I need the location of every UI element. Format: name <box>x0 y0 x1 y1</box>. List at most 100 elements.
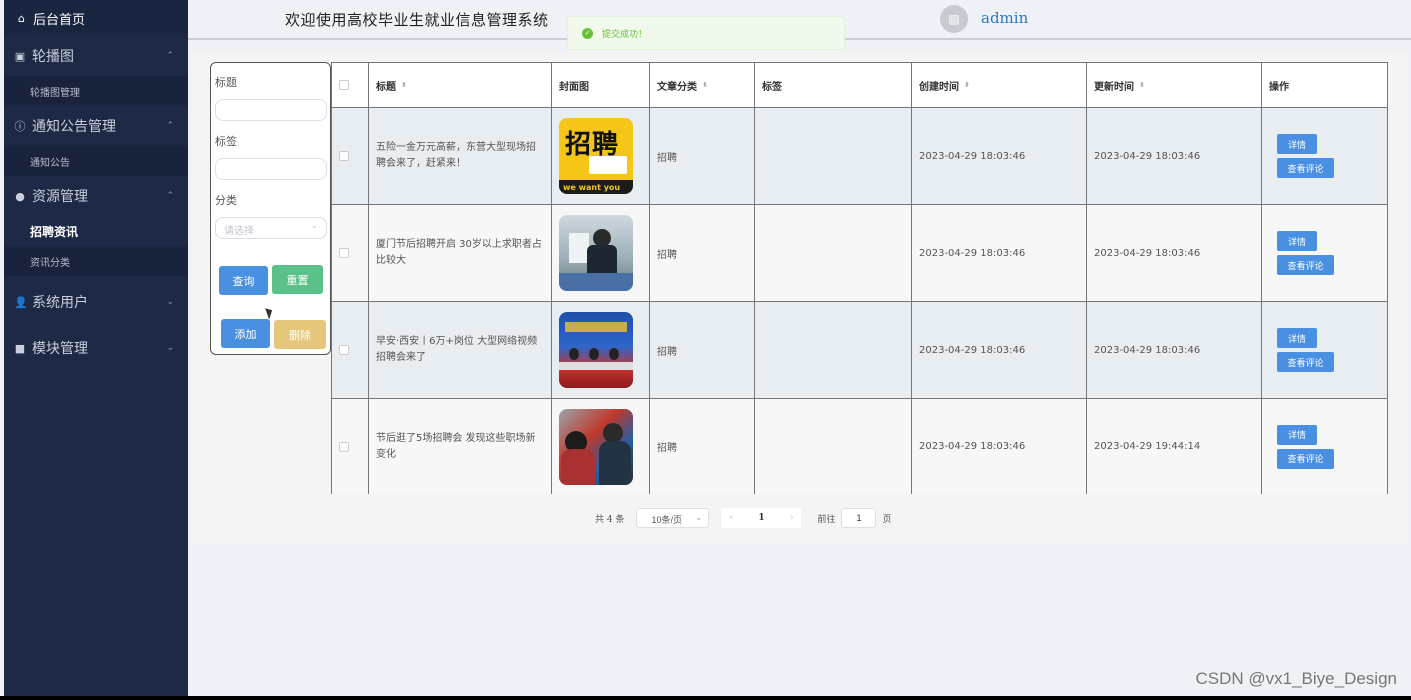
tag-cell <box>755 399 912 494</box>
sort-icon[interactable]: ⬍ <box>702 81 708 89</box>
row-checkbox-cell[interactable] <box>332 399 369 494</box>
cover-image <box>559 215 633 291</box>
checkbox[interactable] <box>339 80 349 90</box>
sidebar-item-recruit-news[interactable]: 招聘资讯 <box>4 216 188 246</box>
column-label: 创建时间 <box>919 81 959 93</box>
delete-button[interactable]: 删除 <box>274 320 326 349</box>
category-select[interactable]: 请选择 ⌄ <box>215 217 327 239</box>
app-window: ⌂ 后台首页 ▣ 轮播图 ⌃ 轮播图管理 ⓘ 通知公告管理 ⌃ 通知公告 ● 资… <box>0 0 1411 696</box>
row-checkbox-cell[interactable] <box>332 205 369 301</box>
checkbox[interactable] <box>339 441 349 452</box>
detail-button[interactable]: 详情 <box>1277 134 1317 154</box>
chevron-up-icon: ⌃ <box>166 51 174 61</box>
cover-shape <box>603 422 623 443</box>
table-header: 标题 ⬍ 封面图 文章分类 ⬍ 标签 创建时间 ⬍ 更新时间 ⬍ 操作 <box>332 62 1387 107</box>
grid-icon: ■ <box>14 341 26 355</box>
view-comments-button[interactable]: 查看评论 <box>1277 352 1334 372</box>
cover-shape <box>561 448 595 485</box>
page-size-value: 10条/页 <box>651 515 682 525</box>
page-size-select[interactable]: 10条/页 ⌄ <box>636 508 710 528</box>
cover-shape <box>569 348 579 360</box>
cover-image <box>559 312 633 388</box>
toast-message: 提交成功！ <box>602 29 648 40</box>
sidebar: ⌂ 后台首页 ▣ 轮播图 ⌃ 轮播图管理 ⓘ 通知公告管理 ⌃ 通知公告 ● 资… <box>4 0 188 696</box>
sidebar-item-news-category[interactable]: 资讯分类 <box>4 246 188 276</box>
sidebar-group-carousel[interactable]: ▣ 轮播图 ⌃ <box>4 36 188 76</box>
category-cell: 招聘 <box>650 399 755 494</box>
sidebar-group-resource[interactable]: ● 资源管理 ⌃ <box>4 176 188 216</box>
row-checkbox-cell[interactable] <box>332 108 369 204</box>
sort-icon[interactable]: ⬍ <box>1139 81 1145 89</box>
tag-filter-input[interactable] <box>215 158 327 180</box>
view-comments-button[interactable]: 查看评论 <box>1277 255 1334 275</box>
chevron-up-icon: ⌃ <box>166 121 174 131</box>
category-cell: 招聘 <box>650 205 755 301</box>
cover-tagline: we want you <box>563 183 621 192</box>
detail-button[interactable]: 详情 <box>1277 424 1317 445</box>
header-created[interactable]: 创建时间 ⬍ <box>912 63 1087 107</box>
sort-icon[interactable]: ⬍ <box>401 81 407 89</box>
watermark: CSDN @vx1_Biye_Design <box>1195 669 1397 688</box>
checkbox[interactable] <box>339 345 349 355</box>
tag-cell <box>755 302 912 398</box>
image-icon: ▨ <box>948 12 960 26</box>
image-icon: ▣ <box>14 49 26 63</box>
table-row: 节后逛了5场招聘会 发现这些职场新变化 招聘 2023-04-29 18:03:… <box>332 398 1387 494</box>
actions-cell: 详情 查看评论 <box>1262 108 1387 204</box>
row-title: 厦门节后招聘开启 30岁以上求职者占比较大 <box>376 239 542 266</box>
updated-cell: 2023-04-29 18:03:46 <box>1087 108 1262 204</box>
title-filter-input[interactable] <box>215 99 327 121</box>
header-category[interactable]: 文章分类 ⬍ <box>650 63 755 107</box>
pagination: 共 4 条 10条/页 ⌄ ‹ 1 › 前往 1 页 <box>595 507 891 529</box>
category-cell: 招聘 <box>650 108 755 204</box>
sidebar-item-home[interactable]: ⌂ 后台首页 <box>4 0 188 36</box>
sidebar-group-system-user[interactable]: 👤 系统用户 ⌄ <box>4 282 188 322</box>
next-page-icon[interactable]: › <box>790 513 794 523</box>
table-row: 厦门节后招聘开启 30岁以上求职者占比较大 招聘 2023-04-29 18:0… <box>332 204 1387 301</box>
prev-page-icon[interactable]: ‹ <box>729 513 733 523</box>
actions-cell: 详情 查看评论 <box>1262 399 1387 494</box>
avatar[interactable]: ▨ <box>940 5 968 33</box>
cover-shape <box>599 440 631 485</box>
query-button[interactable]: 查询 <box>219 266 268 295</box>
chevron-down-icon: ⌄ <box>694 512 703 522</box>
cover-shape <box>565 322 627 332</box>
sidebar-item-carousel-manage[interactable]: 轮播图管理 <box>4 76 188 106</box>
goto-page-input[interactable]: 1 <box>841 508 877 528</box>
home-icon: ⌂ <box>18 11 25 25</box>
username-link[interactable]: admin <box>981 9 1028 27</box>
sidebar-group-notice[interactable]: ⓘ 通知公告管理 ⌃ <box>4 106 188 146</box>
reset-button[interactable]: 重置 <box>272 265 323 294</box>
header-select-all[interactable] <box>332 63 369 107</box>
sidebar-item-notice[interactable]: 通知公告 <box>4 146 188 176</box>
cover-shape <box>569 233 589 263</box>
location-icon: ● <box>15 189 25 203</box>
detail-button[interactable]: 详情 <box>1277 328 1317 348</box>
detail-button[interactable]: 详情 <box>1277 231 1317 251</box>
add-button[interactable]: 添加 <box>221 319 270 348</box>
updated-cell: 2023-04-29 18:03:46 <box>1087 302 1262 398</box>
created-cell: 2023-04-29 18:03:46 <box>912 302 1087 398</box>
created-cell: 2023-04-29 18:03:46 <box>912 108 1087 204</box>
updated-cell: 2023-04-29 18:03:46 <box>1087 205 1262 301</box>
sidebar-group-module[interactable]: ■ 模块管理 ⌄ <box>4 328 188 368</box>
checkbox[interactable] <box>339 151 349 161</box>
view-comments-button[interactable]: 查看评论 <box>1277 448 1334 469</box>
header-actions: 操作 <box>1262 63 1387 107</box>
sort-icon[interactable]: ⬍ <box>964 81 970 89</box>
tag-filter-label: 标签 <box>215 135 237 148</box>
sidebar-group-label: 系统用户 <box>32 295 88 311</box>
view-comments-button[interactable]: 查看评论 <box>1277 158 1334 178</box>
goto-suffix: 页 <box>882 514 892 525</box>
sidebar-item-label: 轮播图管理 <box>30 87 80 99</box>
cover-shape <box>609 348 619 360</box>
header-updated[interactable]: 更新时间 ⬍ <box>1087 63 1262 107</box>
header-title[interactable]: 标题 ⬍ <box>369 63 552 107</box>
cover-shape <box>559 273 633 291</box>
current-page[interactable]: 1 <box>758 513 764 523</box>
cover-shape <box>589 348 599 360</box>
checkbox[interactable] <box>339 248 349 258</box>
chevron-down-icon: ⌄ <box>310 221 318 231</box>
row-checkbox-cell[interactable] <box>332 302 369 398</box>
created-cell: 2023-04-29 18:03:46 <box>912 399 1087 494</box>
